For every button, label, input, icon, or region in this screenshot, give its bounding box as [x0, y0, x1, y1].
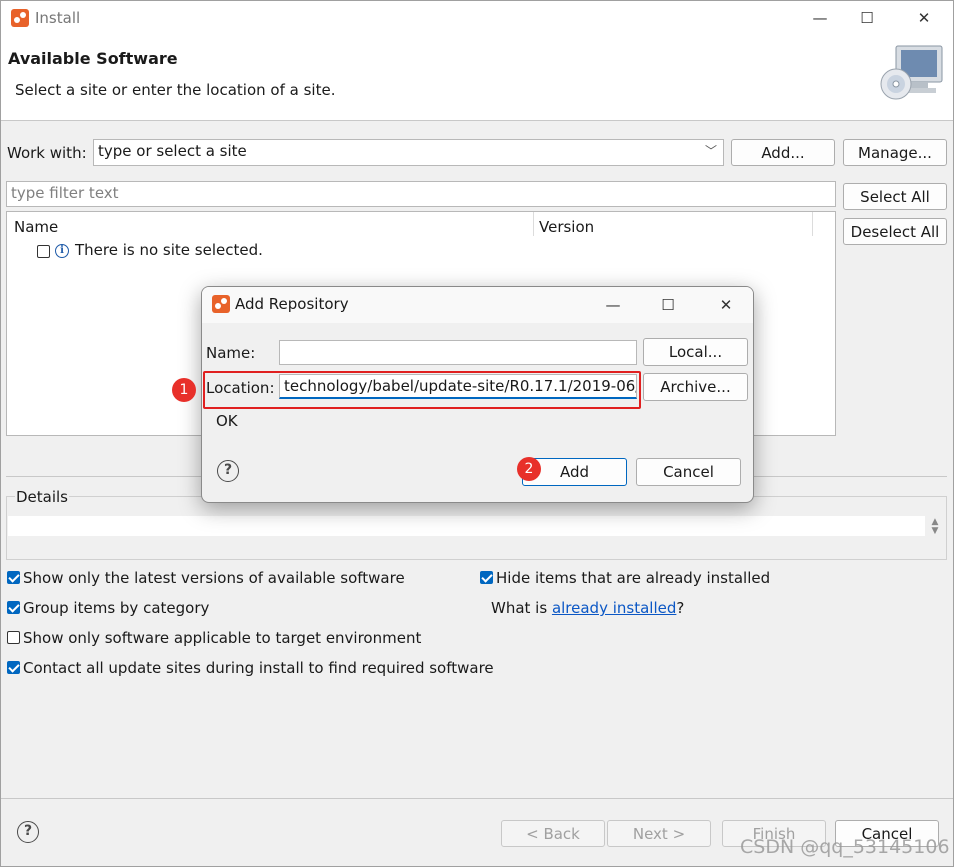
work-with-combo-value: type or select a site — [98, 142, 247, 160]
dialog-title: Add Repository — [235, 295, 349, 313]
chevron-down-icon[interactable]: ﹀ — [705, 142, 717, 159]
status-text: OK — [216, 412, 238, 430]
page-title: Available Software — [8, 49, 178, 68]
contact-update-sites-label[interactable]: Contact all update sites during install … — [23, 659, 494, 677]
latest-versions-label[interactable]: Show only the latest versions of availab… — [23, 569, 405, 587]
column-divider[interactable] — [812, 212, 813, 236]
install-computer-icon — [880, 45, 943, 100]
minimize-icon: — — [605, 296, 621, 314]
work-with-label: Work with: — [7, 144, 87, 162]
work-with-combo[interactable]: type or select a site ﹀ — [93, 139, 724, 166]
back-button[interactable]: < Back — [501, 820, 605, 847]
info-icon: i — [55, 244, 69, 258]
step-badge-1: 1 — [172, 378, 196, 402]
column-header-name[interactable]: Name — [14, 218, 58, 236]
wizard-header: Available Software Select a site or ente… — [0, 38, 954, 121]
column-divider[interactable] — [533, 212, 534, 236]
dialog-title-bar: Add Repository — ☐ ✕ — [202, 287, 753, 323]
name-label: Name: — [206, 344, 256, 362]
page-subtitle: Select a site or enter the location of a… — [15, 81, 336, 99]
select-all-button[interactable]: Select All — [843, 183, 947, 210]
deselect-all-button[interactable]: Deselect All — [843, 218, 947, 245]
contact-update-sites-checkbox[interactable] — [7, 661, 20, 674]
title-bar: Install — ☐ ✕ — [0, 0, 954, 38]
hide-installed-label[interactable]: Hide items that are already installed — [496, 569, 770, 587]
minimize-icon: — — [812, 9, 828, 27]
help-icon[interactable]: ? — [217, 460, 239, 482]
hide-installed-checkbox[interactable] — [480, 571, 493, 584]
dialog-close-button[interactable]: ✕ — [703, 287, 749, 323]
column-header-version[interactable]: Version — [539, 218, 594, 236]
dialog-maximize-button[interactable]: ☐ — [645, 287, 691, 323]
manage-sites-button[interactable]: Manage... — [843, 139, 947, 166]
filter-input[interactable]: type filter text — [6, 181, 836, 207]
details-scroll-arrows[interactable]: ▲ ▼ — [929, 518, 941, 538]
help-icon[interactable]: ? — [17, 821, 39, 843]
close-icon: ✕ — [719, 296, 733, 314]
watermark: CSDN @qq_53145106 — [740, 836, 950, 858]
what-is-installed-text: What is already installed? — [491, 599, 684, 617]
archive-button[interactable]: Archive... — [643, 373, 748, 401]
location-highlight-box — [203, 371, 641, 409]
step-badge-2: 2 — [517, 457, 541, 481]
already-installed-link[interactable]: already installed — [552, 599, 676, 617]
details-label: Details — [15, 488, 70, 506]
latest-versions-checkbox[interactable] — [7, 571, 20, 584]
local-button[interactable]: Local... — [643, 338, 748, 366]
maximize-button[interactable]: ☐ — [844, 0, 890, 36]
footer-divider — [0, 798, 954, 799]
next-button[interactable]: Next > — [607, 820, 711, 847]
dialog-minimize-button[interactable]: — — [590, 287, 636, 323]
add-site-button[interactable]: Add... — [731, 139, 835, 166]
applicable-target-checkbox[interactable] — [7, 631, 20, 644]
name-input[interactable] — [279, 340, 637, 365]
table-row-text: There is no site selected. — [75, 241, 263, 259]
eclipse-app-icon — [212, 295, 230, 313]
close-icon: ✕ — [917, 9, 931, 27]
details-text-area[interactable] — [8, 516, 925, 536]
window-title: Install — [35, 9, 81, 27]
what-is-suffix: ? — [676, 599, 685, 617]
eclipse-app-icon — [11, 9, 29, 27]
group-by-category-checkbox[interactable] — [7, 601, 20, 614]
close-button[interactable]: ✕ — [901, 0, 947, 36]
applicable-target-label[interactable]: Show only software applicable to target … — [23, 629, 421, 647]
minimize-button[interactable]: — — [797, 0, 843, 36]
maximize-icon: ☐ — [661, 296, 675, 314]
dialog-cancel-button[interactable]: Cancel — [636, 458, 741, 486]
group-by-category-label[interactable]: Group items by category — [23, 599, 209, 617]
maximize-icon: ☐ — [860, 9, 874, 27]
row-checkbox[interactable] — [37, 245, 50, 258]
what-is-prefix: What is — [491, 599, 552, 617]
